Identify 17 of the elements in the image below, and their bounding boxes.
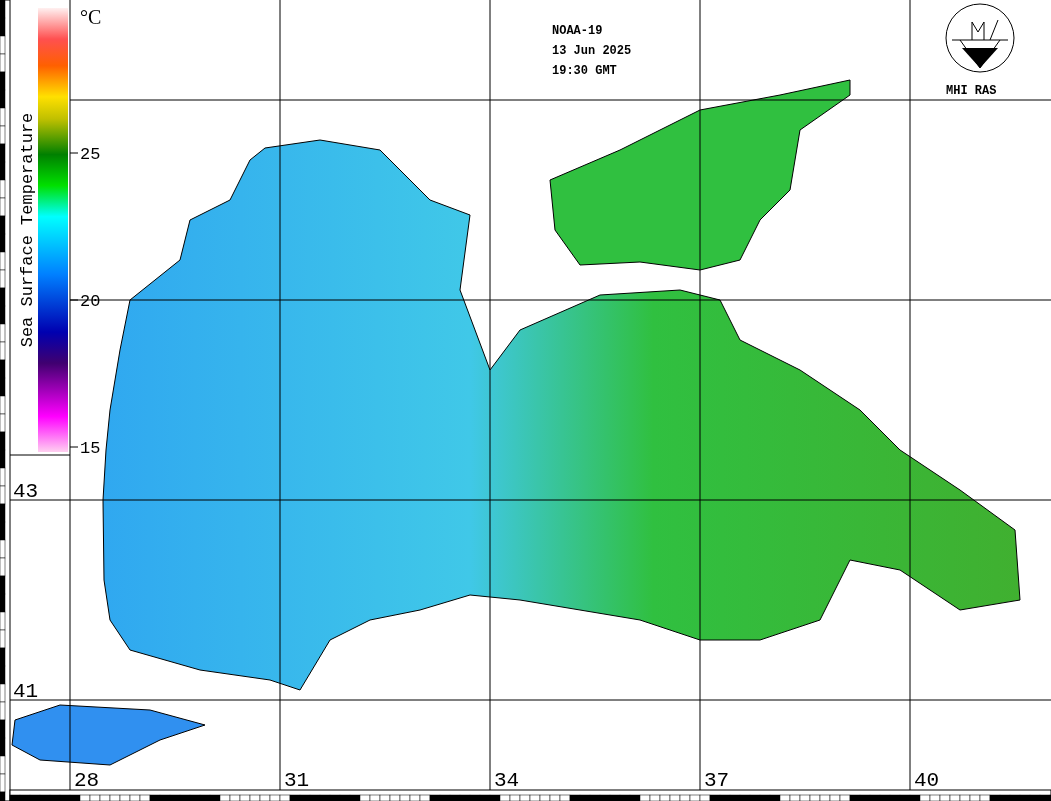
scale-tick-label: 15 — [80, 439, 101, 458]
latitude-label: 43 — [13, 480, 39, 503]
date-label: 13 Jun 2025 — [552, 44, 632, 58]
scale-tick-label: 20 — [80, 292, 101, 311]
institute-name: MHI RAS — [946, 84, 997, 98]
scale-tick-label: 25 — [80, 145, 101, 164]
institute-logo-icon — [945, 3, 1015, 73]
latitude-label: 41 — [13, 680, 39, 703]
time-label: 19:30 GMT — [552, 64, 617, 78]
unit-label: °C — [80, 6, 102, 28]
longitude-label: 31 — [284, 769, 310, 792]
color-scale-title: Sea Surface Temperature — [18, 112, 37, 348]
longitude-label: 28 — [74, 769, 100, 792]
longitude-label: 34 — [494, 769, 520, 792]
longitude-label: 40 — [914, 769, 940, 792]
longitude-label: 37 — [704, 769, 730, 792]
satellite-label: NOAA-19 — [552, 24, 603, 38]
